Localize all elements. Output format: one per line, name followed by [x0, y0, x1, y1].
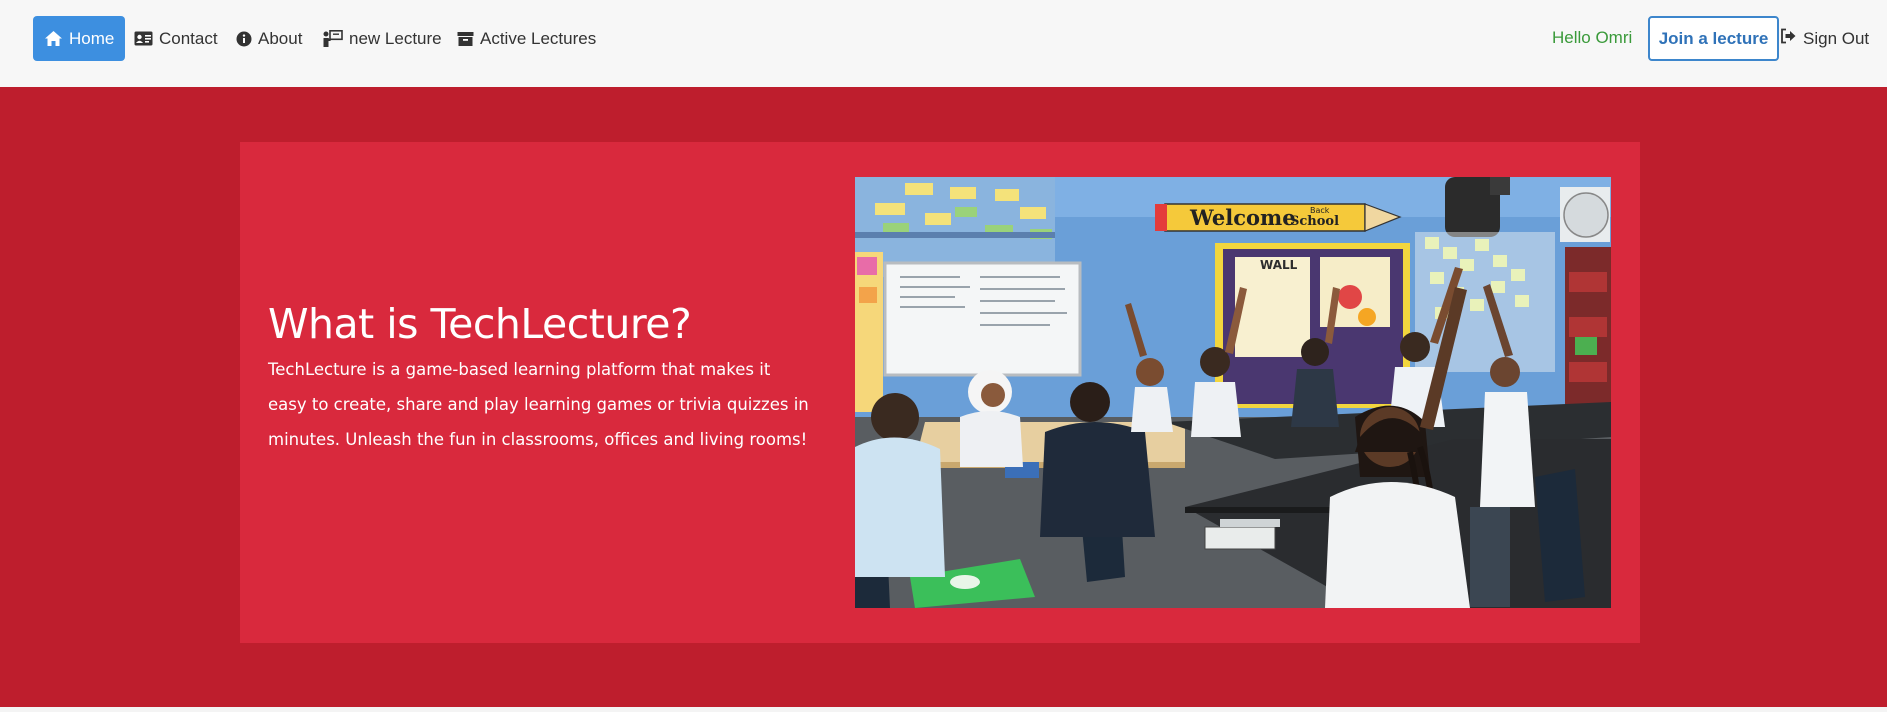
nav-about-label: About: [258, 28, 303, 48]
info-icon: [236, 31, 252, 47]
nav-contact[interactable]: Contact: [123, 16, 229, 61]
hero-card: What is TechLecture? TechLecture is a ga…: [240, 142, 1640, 643]
banner-school-text: School: [1290, 214, 1339, 229]
classroom-photo: Welcome Back School WALL: [855, 177, 1611, 608]
nav-about[interactable]: About: [225, 16, 313, 61]
greeting-text: Hello Omri: [1552, 28, 1633, 47]
presenter-icon: [322, 29, 343, 48]
nav-contact-label: Contact: [159, 28, 218, 48]
nav-home-label: Home: [69, 28, 115, 48]
welcome-banner-text: Welcome: [1189, 205, 1296, 230]
hero-section: What is TechLecture? TechLecture is a ga…: [0, 87, 1887, 707]
archive-icon: [457, 31, 474, 47]
hero-title: What is TechLecture?: [268, 300, 692, 348]
nav-active-lectures-label: Active Lectures: [480, 28, 597, 48]
nav-home[interactable]: Home: [33, 16, 126, 61]
footer-strip: [0, 707, 1887, 712]
bulletin-wall-text: WALL: [1260, 258, 1298, 272]
hero-description: TechLecture is a game-based learning pla…: [268, 360, 809, 449]
top-navbar: Home Contact About new Lecture Active Le…: [0, 0, 1887, 87]
sign-out-icon: [1780, 28, 1797, 49]
id-card-icon: [134, 31, 153, 46]
nav-new-lecture-label: new Lecture: [349, 28, 442, 48]
sign-out-label: Sign Out: [1803, 28, 1870, 48]
join-lecture-button[interactable]: Join a lecture: [1648, 16, 1779, 61]
sign-out-link[interactable]: Sign Out: [1780, 16, 1869, 61]
nav-active-lectures[interactable]: Active Lectures: [446, 16, 607, 61]
home-icon: [44, 30, 63, 47]
nav-new-lecture[interactable]: new Lecture: [311, 16, 453, 61]
